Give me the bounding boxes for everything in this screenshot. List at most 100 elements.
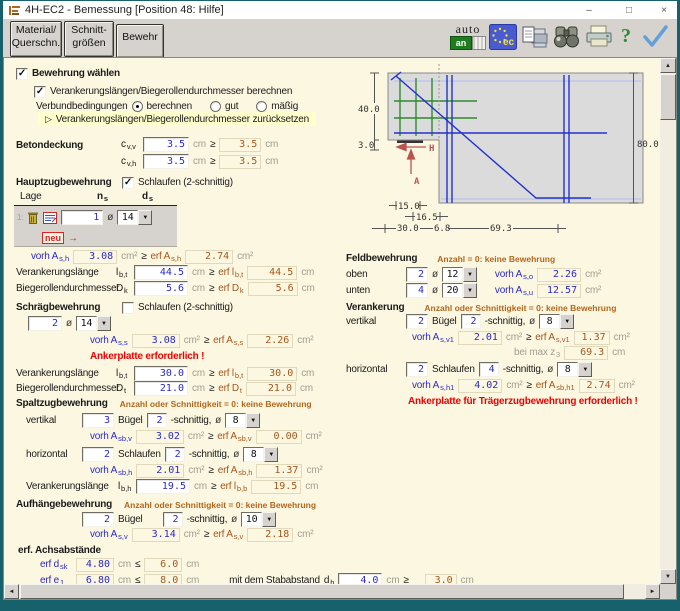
ds-value: 14 (117, 210, 138, 225)
radio-gut[interactable] (210, 101, 221, 112)
erf-ash-label: erf As,h (151, 251, 182, 263)
cvh-symbol: cv,h (121, 156, 139, 168)
unit: cm² (306, 431, 322, 442)
radio-berechnen[interactable] (132, 101, 143, 112)
ds-value: 8 (243, 447, 264, 462)
auto-label: auto (456, 23, 481, 36)
radio-maessig[interactable] (256, 101, 267, 112)
biegerollen-label: Biegerollendurchmesser (16, 383, 112, 394)
lbt-input[interactable]: 44.5 (134, 265, 188, 280)
reset-verankerung-button[interactable]: ▷ Verankerungslängen/Biegerollendurchmes… (38, 112, 316, 126)
dk-input[interactable]: 5.6 (134, 281, 188, 296)
vorh-asbv-value: 3.02 (136, 430, 184, 444)
erf-dt-label: erf Dt (218, 383, 242, 395)
vorh-asbh-label: vorh Asb,h (90, 465, 132, 477)
scroll-left-icon[interactable]: ◄ (4, 584, 19, 599)
delete-row-icon[interactable] (27, 211, 39, 225)
hauptzug-label: Hauptzugbewehrung (16, 177, 118, 188)
feld-oben-anzahl-input[interactable]: 2 (406, 267, 428, 282)
verankerung-vert-ds-dropdown[interactable]: 8 ▼ (539, 314, 574, 329)
verankerung-horiz-anzahl-input[interactable]: 2 (406, 362, 428, 377)
diameter-symbol: ø (432, 269, 438, 280)
cvh-required: 3.5 (219, 155, 261, 169)
tab-material-querschnitt[interactable]: Material/ Querschn. (10, 21, 62, 57)
chevron-down-icon[interactable]: ▼ (97, 316, 111, 331)
close-button[interactable]: × (655, 3, 673, 17)
feld-unten-anzahl-input[interactable]: 4 (406, 283, 428, 298)
oben-label: oben (346, 269, 402, 280)
aufhaenge-ds-dropdown[interactable]: 10 ▼ (241, 512, 276, 527)
aufhaenge-schnittig-input[interactable]: 2 (163, 512, 183, 527)
schraeg-lbt-input[interactable]: 30.0 (134, 366, 188, 381)
cvh-input[interactable]: 3.5 (143, 154, 189, 169)
spaltzug-horiz-schnittig-input[interactable]: 2 (165, 447, 185, 462)
eurocode-button[interactable]: ec (489, 24, 517, 50)
chevron-down-icon[interactable]: ▼ (262, 512, 276, 527)
vertikal-label: vertikal (346, 316, 402, 327)
dt-input[interactable]: 21.0 (134, 381, 188, 396)
print-icon[interactable] (585, 24, 613, 49)
ns-input[interactable]: 1 (61, 210, 103, 225)
scroll-down-icon[interactable]: ▼ (660, 569, 676, 584)
chevron-down-icon[interactable]: ▼ (578, 362, 592, 377)
scroll-up-icon[interactable]: ▲ (660, 58, 676, 73)
auto-off-segment[interactable] (472, 36, 486, 50)
radio-berechnen-label: berechnen (147, 101, 192, 112)
neu-button[interactable]: neu (42, 232, 64, 244)
feld-oben-ds-dropdown[interactable]: 12 ▼ (442, 267, 477, 282)
chevron-down-icon[interactable]: ▼ (264, 447, 278, 462)
vertical-scrollbar[interactable]: ▲ ▼ (660, 58, 676, 584)
checkbox-bewehrung-waehlen[interactable] (16, 68, 28, 80)
tab-schnittgroessen[interactable]: Schnitt- größen (64, 21, 114, 57)
comparator: ≥ (141, 251, 146, 262)
confirm-button[interactable] (640, 23, 670, 51)
schraeg-anzahl-input[interactable]: 2 (28, 316, 62, 331)
spaltzug-horiz-ds-dropdown[interactable]: 8 ▼ (243, 447, 278, 462)
checkbox-schraeg-schlaufen[interactable] (122, 302, 134, 314)
scroll-right-icon[interactable]: ► (645, 584, 660, 599)
feld-unten-ds-dropdown[interactable]: 20 ▼ (442, 283, 477, 298)
chevron-down-icon[interactable]: ▼ (138, 210, 152, 225)
horizontal-scrollbar[interactable]: ◄ ► (4, 584, 660, 599)
minimize-button[interactable]: – (580, 3, 598, 17)
verankerung-vert-anzahl-input[interactable]: 2 (406, 314, 428, 329)
help-button[interactable]: ? (617, 22, 635, 50)
verankerungslaenge-label: Verankerungslänge (16, 368, 112, 379)
verankerung-horiz-ds-dropdown[interactable]: 8 ▼ (557, 362, 592, 377)
title-bar[interactable]: 4H-EC2 - Bemessung [Position 48: Hilfe] … (3, 1, 677, 20)
unit: cm² (585, 269, 601, 280)
cvv-input[interactable]: 3.5 (143, 137, 189, 152)
chevron-down-icon[interactable]: ▼ (246, 413, 260, 428)
tab-bewehrung[interactable]: Bewehr (116, 24, 164, 58)
verankerung-vert-schnittig-input[interactable]: 2 (461, 314, 481, 329)
verankerung-horiz-schnittig-input[interactable]: 4 (479, 362, 499, 377)
horizontal-scroll-thumb[interactable] (20, 584, 624, 599)
schlaufen-label: Schlaufen (118, 449, 161, 460)
checkbox-hauptzug-schlaufen[interactable] (122, 177, 134, 189)
dsk-limit-value: 6.0 (144, 558, 182, 572)
checkbox-verankerung-berechnen[interactable] (34, 86, 46, 98)
schraeg-ds-dropdown[interactable]: 14 ▼ (76, 316, 111, 331)
comparator: ≥ (204, 335, 209, 346)
aufhaenge-anzahl-input[interactable]: 2 (82, 512, 114, 527)
lbh-input[interactable]: 19.5 (136, 479, 190, 494)
chevron-down-icon[interactable]: ▼ (463, 283, 477, 298)
spaltzug-vert-anzahl-input[interactable]: 3 (82, 413, 114, 428)
spaltzug-vert-schnittig-input[interactable]: 2 (147, 413, 167, 428)
maximize-button[interactable]: □ (620, 3, 638, 17)
auto-on-segment[interactable]: an (450, 36, 472, 50)
erf-ash-value: 2.74 (185, 250, 233, 264)
spaltzug-vert-ds-dropdown[interactable]: 8 ▼ (225, 413, 260, 428)
ds-dropdown[interactable]: 14 ▼ (117, 210, 152, 225)
chevron-down-icon[interactable]: ▼ (560, 314, 574, 329)
insert-row-icon[interactable] (43, 212, 57, 224)
unit: cm (192, 267, 205, 278)
search-binoculars-icon[interactable] (551, 24, 581, 49)
erf-asbh-value: 1.37 (256, 464, 302, 478)
chevron-down-icon[interactable]: ▼ (463, 267, 477, 282)
spaltzug-horiz-anzahl-input[interactable]: 2 (82, 447, 114, 462)
vertical-scroll-thumb[interactable] (660, 74, 676, 120)
row-index: 1: (17, 213, 23, 222)
auto-toggle[interactable]: auto an (450, 21, 486, 51)
copy-document-icon[interactable] (521, 25, 548, 49)
